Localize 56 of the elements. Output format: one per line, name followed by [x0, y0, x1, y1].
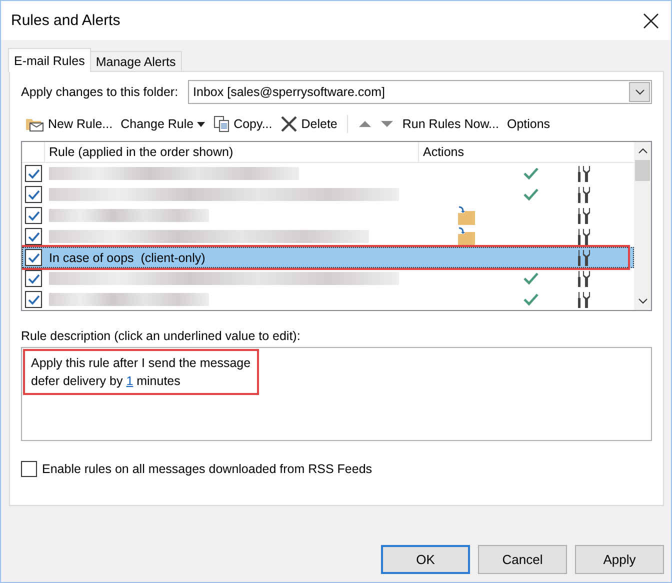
- tools-icon: [575, 164, 593, 182]
- tools-icon: [575, 206, 593, 224]
- description-line: defer delivery by 1 minutes: [31, 373, 182, 390]
- scroll-thumb[interactable]: [635, 160, 650, 181]
- checkbox[interactable]: [25, 249, 42, 266]
- copy-icon: [212, 115, 231, 133]
- toolbar-button[interactable]: Delete: [276, 112, 342, 136]
- move-to-folder-icon: [457, 226, 477, 246]
- tools-icon: [575, 290, 593, 308]
- checkbox[interactable]: [25, 270, 42, 287]
- column-header[interactable]: Rule (applied in the order shown): [45, 142, 419, 162]
- folder-dropdown[interactable]: Inbox [sales@sperrysoftware.com]: [188, 80, 652, 104]
- move-up-icon: [358, 120, 372, 128]
- rule-row[interactable]: In case of oops (client-only): [22, 247, 634, 268]
- move-down-icon: [380, 120, 394, 128]
- checkbox[interactable]: [25, 291, 42, 308]
- dialog-button[interactable]: Cancel: [478, 545, 567, 574]
- checkbox-label: Enable rules on all messages downloaded from RSS Feeds: [42, 462, 372, 476]
- tab[interactable]: E-mail Rules: [8, 48, 91, 72]
- dialog-button[interactable]: Apply: [575, 545, 664, 574]
- close-icon[interactable]: [643, 12, 659, 28]
- window-title: Rules and Alerts: [11, 12, 120, 29]
- checkbox[interactable]: [25, 207, 42, 224]
- checkbox[interactable]: [25, 186, 42, 203]
- checkmark-icon: [523, 167, 539, 180]
- toolbar-button[interactable]: New Rule...: [21, 112, 117, 136]
- tools-icon: [575, 228, 593, 246]
- dialog-button[interactable]: OK: [381, 545, 470, 574]
- chevron-down-icon: [634, 89, 644, 95]
- toolbar-button[interactable]: Options: [502, 112, 554, 136]
- checkmark-icon: [523, 293, 539, 306]
- move-to-folder-icon: [457, 206, 477, 226]
- caret-icon: [196, 122, 205, 126]
- tab[interactable]: Manage Alerts: [90, 51, 182, 71]
- column-header[interactable]: Actions: [419, 145, 464, 159]
- folder-envelope-icon: [25, 116, 45, 132]
- checkbox[interactable]: [25, 165, 42, 182]
- description-label: Rule description (click an underlined value to edit):: [21, 329, 302, 343]
- checkmark-icon: [523, 272, 539, 285]
- rule-name: In case of oops (client-only): [49, 250, 206, 264]
- checkmark-icon: [523, 188, 539, 201]
- scrollbar[interactable]: [634, 142, 651, 310]
- description-line: Apply this rule after I send the message: [31, 355, 251, 372]
- scroll-down-icon[interactable]: [638, 298, 648, 304]
- toolbar-button[interactable]: Run Rules Now...: [398, 112, 503, 136]
- toolbar-button[interactable]: Copy...: [208, 112, 276, 136]
- checkbox[interactable]: [21, 461, 37, 477]
- tools-icon: [575, 248, 593, 266]
- delete-icon: [280, 115, 298, 133]
- tools-icon: [575, 270, 593, 288]
- toolbar-button[interactable]: Change Rule: [116, 112, 209, 136]
- folder-label: Apply changes to this folder:: [21, 85, 178, 99]
- checkbox[interactable]: [25, 228, 42, 245]
- tools-icon: [575, 186, 593, 204]
- value-link[interactable]: 1: [126, 374, 134, 388]
- scroll-up-icon[interactable]: [638, 148, 648, 154]
